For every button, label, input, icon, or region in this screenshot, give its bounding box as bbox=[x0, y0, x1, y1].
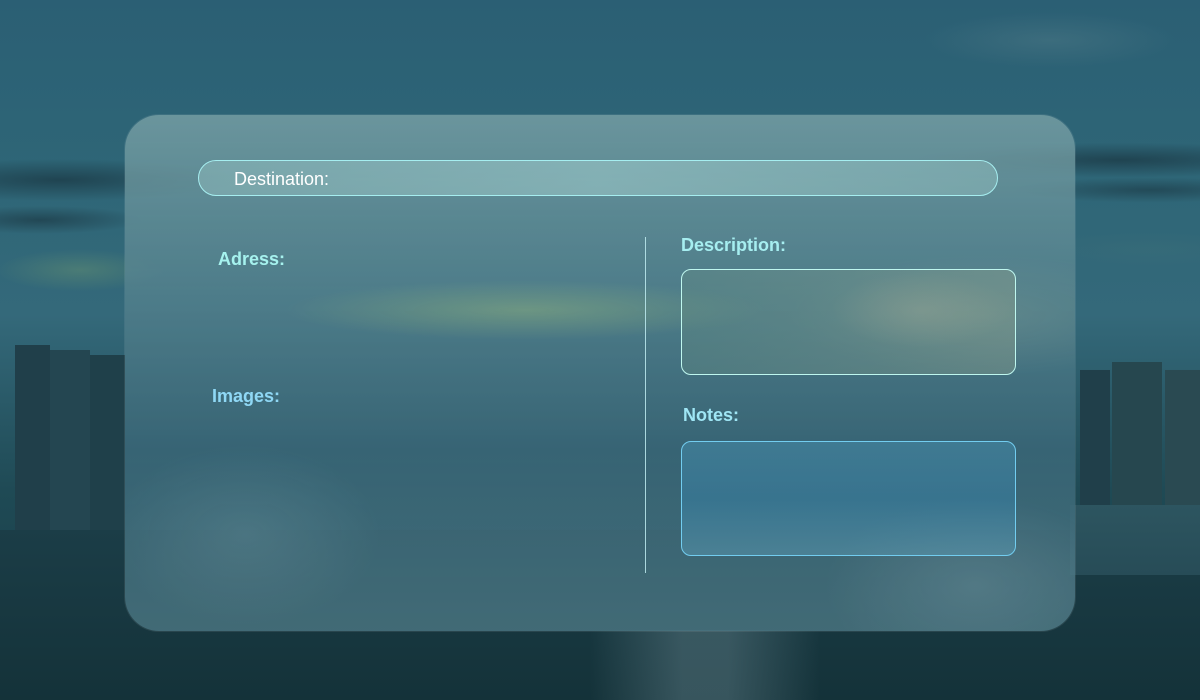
column-divider bbox=[645, 237, 646, 573]
background-road bbox=[590, 630, 820, 700]
notes-textarea[interactable] bbox=[681, 441, 1016, 556]
destination-form-card: Destination: Adress: Images: Description… bbox=[125, 115, 1075, 631]
background-building bbox=[1165, 370, 1200, 510]
description-label: Description: bbox=[681, 235, 787, 255]
background-river bbox=[1070, 505, 1200, 575]
adress-label: Adress: bbox=[218, 249, 286, 269]
background-building bbox=[15, 345, 50, 535]
destination-field[interactable]: Destination: bbox=[198, 160, 998, 196]
destination-label: Destination: bbox=[234, 169, 330, 189]
description-textarea[interactable] bbox=[681, 269, 1016, 375]
background-building bbox=[90, 355, 125, 535]
notes-label: Notes: bbox=[683, 405, 740, 425]
background-building bbox=[50, 350, 90, 535]
background-building bbox=[1112, 362, 1162, 510]
images-label: Images: bbox=[212, 386, 281, 406]
background-building bbox=[1080, 370, 1110, 510]
